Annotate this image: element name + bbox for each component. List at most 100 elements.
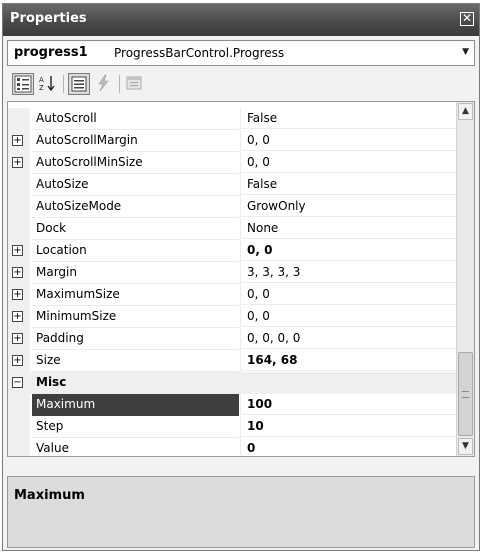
property-value[interactable]: 0, 0 xyxy=(240,240,457,261)
property-value[interactable]: 0, 0 xyxy=(240,306,457,327)
property-value[interactable]: 10 xyxy=(240,416,457,437)
property-row[interactable]: AutoSize False xyxy=(8,174,457,196)
expand-icon[interactable]: + xyxy=(12,355,23,366)
toolbar-separator xyxy=(63,75,64,93)
description-splitter[interactable] xyxy=(7,460,475,474)
property-name[interactable]: MaximumSize xyxy=(32,284,239,306)
expand-icon[interactable]: + xyxy=(12,333,23,344)
property-row[interactable]: + AutoScrollMinSize 0, 0 xyxy=(8,152,457,174)
property-row[interactable]: Dock None xyxy=(8,218,457,240)
property-name-label: AutoSize xyxy=(36,177,89,191)
property-name[interactable]: Step xyxy=(32,416,239,438)
row-gutter xyxy=(8,196,30,218)
property-value[interactable]: 0, 0 xyxy=(240,152,457,173)
category-row[interactable]: − Misc xyxy=(8,372,457,394)
chevron-down-icon[interactable]: ▼ xyxy=(462,47,469,57)
property-value[interactable]: 0, 0, 0, 0 xyxy=(240,328,457,349)
property-row[interactable]: + Margin 3, 3, 3, 3 xyxy=(8,262,457,284)
property-name-label: AutoScrollMargin xyxy=(36,133,138,147)
property-name[interactable]: Value xyxy=(32,438,239,456)
property-name[interactable]: MinimumSize xyxy=(32,306,239,328)
row-gutter xyxy=(8,394,30,416)
expand-icon[interactable]: + xyxy=(12,267,23,278)
property-value[interactable]: 0, 0 xyxy=(240,130,457,151)
property-row[interactable]: + MinimumSize 0, 0 xyxy=(8,306,457,328)
expand-icon[interactable]: + xyxy=(12,289,23,300)
property-row[interactable]: AutoSizeMode GrowOnly xyxy=(8,196,457,218)
property-value[interactable]: 0 xyxy=(240,438,457,456)
object-type: ProgressBarControl.Progress xyxy=(114,46,285,60)
svg-text:A: A xyxy=(39,76,44,84)
vertical-scrollbar[interactable]: ▲ ▼ xyxy=(456,102,474,456)
property-value[interactable]: 100 xyxy=(240,394,457,415)
property-name[interactable]: AutoSizeMode xyxy=(32,196,239,218)
property-value[interactable]: False xyxy=(240,108,457,129)
scroll-up-icon[interactable]: ▲ xyxy=(458,103,473,120)
row-gutter: − xyxy=(8,372,30,394)
object-selector[interactable]: progress1 ProgressBarControl.Progress ▼ xyxy=(7,40,475,66)
properties-icon[interactable] xyxy=(68,73,90,95)
property-name-label: Margin xyxy=(36,265,77,279)
property-name[interactable]: Maximum xyxy=(32,394,239,416)
property-name-label: Location xyxy=(36,243,87,257)
property-grid: AutoScroll False + AutoScrollMargin 0, 0 + Aut… xyxy=(7,101,475,457)
row-gutter: + xyxy=(8,130,30,152)
property-value[interactable]: 3, 3, 3, 3 xyxy=(240,262,457,283)
property-row[interactable]: + Size 164, 68 xyxy=(8,350,457,372)
property-row[interactable]: + AutoScrollMargin 0, 0 xyxy=(8,130,457,152)
property-value[interactable]: GrowOnly xyxy=(240,196,457,217)
categorized-icon[interactable] xyxy=(12,73,34,95)
property-name-label: Size xyxy=(36,353,61,367)
description-pane: Maximum xyxy=(7,476,475,548)
property-value[interactable]: None xyxy=(240,218,457,239)
close-icon[interactable]: ✕ xyxy=(460,12,474,26)
property-row[interactable]: Maximum 100 xyxy=(8,394,457,416)
expand-icon[interactable]: + xyxy=(12,135,23,146)
property-name[interactable]: Misc xyxy=(32,372,239,393)
property-name-label: AutoSizeMode xyxy=(36,199,122,213)
property-name-label: Value xyxy=(36,441,69,455)
title-bar: Properties ✕ xyxy=(3,4,479,36)
collapse-icon[interactable]: − xyxy=(12,377,23,388)
row-gutter xyxy=(8,416,30,438)
property-name[interactable]: AutoScroll xyxy=(32,108,239,130)
row-gutter: + xyxy=(8,152,30,174)
property-row[interactable]: + Location 0, 0 xyxy=(8,240,457,262)
property-name-label: Dock xyxy=(36,221,67,235)
property-name[interactable]: Padding xyxy=(32,328,239,350)
window-title: Properties xyxy=(10,11,87,26)
description-title: Maximum xyxy=(14,488,85,503)
property-name[interactable]: AutoSize xyxy=(32,174,239,196)
property-name-label: Maximum xyxy=(36,397,96,411)
alphabetical-icon[interactable]: A Z xyxy=(37,73,59,95)
svg-text:Z: Z xyxy=(39,84,44,92)
property-value[interactable]: 0, 0 xyxy=(240,284,457,305)
property-name[interactable]: Margin xyxy=(32,262,239,284)
expand-icon[interactable]: + xyxy=(12,311,23,322)
properties-window: Properties ✕ progress1 ProgressBarContro… xyxy=(2,3,480,551)
scroll-down-icon[interactable]: ▼ xyxy=(458,438,473,455)
row-gutter xyxy=(8,438,30,456)
events-icon[interactable] xyxy=(93,73,115,95)
property-name-label: Step xyxy=(36,419,64,433)
property-name[interactable]: AutoScrollMargin xyxy=(32,130,239,152)
property-pages-icon[interactable] xyxy=(124,73,146,95)
property-value[interactable]: False xyxy=(240,174,457,195)
property-name-label: Misc xyxy=(36,375,67,389)
property-row[interactable]: Value 0 xyxy=(8,438,457,456)
property-name[interactable]: Dock xyxy=(32,218,239,240)
row-gutter: + xyxy=(8,328,30,350)
property-value[interactable]: 164, 68 xyxy=(240,350,457,371)
property-name[interactable]: Size xyxy=(32,350,239,372)
expand-icon[interactable]: + xyxy=(12,157,23,168)
toolbar-separator xyxy=(119,75,120,93)
scrollbar-thumb[interactable] xyxy=(458,352,473,436)
property-row[interactable]: + MaximumSize 0, 0 xyxy=(8,284,457,306)
property-row[interactable]: Step 10 xyxy=(8,416,457,438)
property-row[interactable]: + Padding 0, 0, 0, 0 xyxy=(8,328,457,350)
property-name[interactable]: Location xyxy=(32,240,239,262)
property-name-label: AutoScrollMinSize xyxy=(36,155,143,169)
expand-icon[interactable]: + xyxy=(12,245,23,256)
property-row[interactable]: AutoScroll False xyxy=(8,108,457,130)
property-name[interactable]: AutoScrollMinSize xyxy=(32,152,239,174)
